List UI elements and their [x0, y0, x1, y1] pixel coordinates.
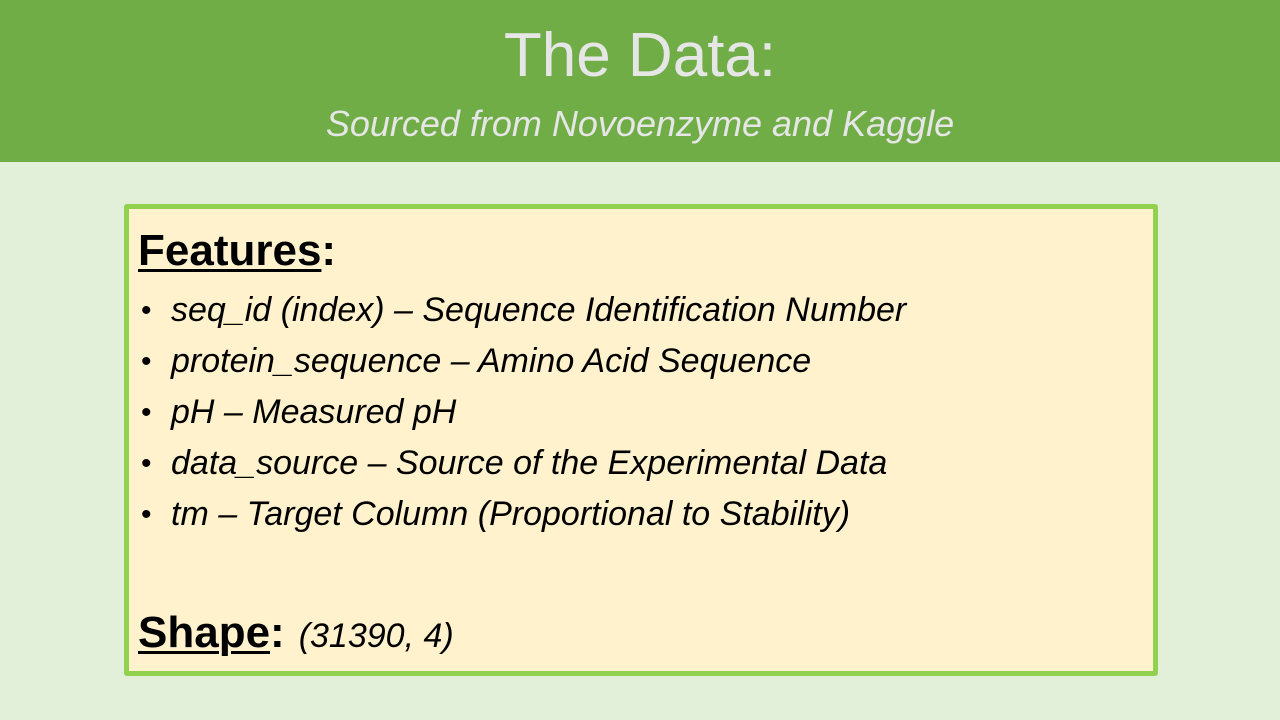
shape-heading: Shape: (31390, 4)	[138, 607, 454, 662]
shape-value: (31390, 4)	[298, 617, 454, 655]
features-list: • seq_id (index) – Sequence Identificatio…	[138, 285, 906, 540]
bullet-icon: •	[141, 345, 152, 378]
bullet-icon: •	[141, 498, 152, 531]
slide-subtitle: Sourced from Novoenzyme and Kaggle	[325, 103, 955, 144]
list-item: • data_source – Source of the Experimenta…	[138, 438, 906, 489]
list-item: • tm – Target Column (Proportional to Sta…	[138, 489, 906, 540]
bullet-icon: •	[141, 447, 152, 480]
shape-heading-colon: :	[270, 608, 285, 657]
content-box: Features: • seq_id (index) – Sequence Ide…	[124, 204, 1158, 676]
features-heading-text: Features	[138, 226, 322, 275]
list-item: • seq_id (index) – Sequence Identificatio…	[138, 285, 906, 336]
feature-text: data_source – Source of the Experimental…	[171, 444, 888, 482]
list-item: • protein_sequence – Amino Acid Sequence	[138, 336, 906, 387]
title-banner: The Data: Sourced from Novoenzyme and Ka…	[0, 0, 1280, 162]
shape-heading-text: Shape	[138, 608, 271, 657]
feature-text: seq_id (index) – Sequence Identification…	[171, 291, 907, 329]
feature-text: protein_sequence – Amino Acid Sequence	[171, 342, 812, 380]
bullet-icon: •	[141, 294, 152, 327]
features-heading: Features:	[138, 225, 336, 277]
list-item: • pH – Measured pH	[138, 387, 906, 438]
features-heading-colon: :	[321, 226, 337, 275]
slide-title: The Data:	[503, 21, 777, 90]
feature-text: tm – Target Column (Proportional to Stab…	[171, 495, 851, 533]
bullet-icon: •	[141, 396, 152, 429]
feature-text: pH – Measured pH	[171, 393, 457, 431]
